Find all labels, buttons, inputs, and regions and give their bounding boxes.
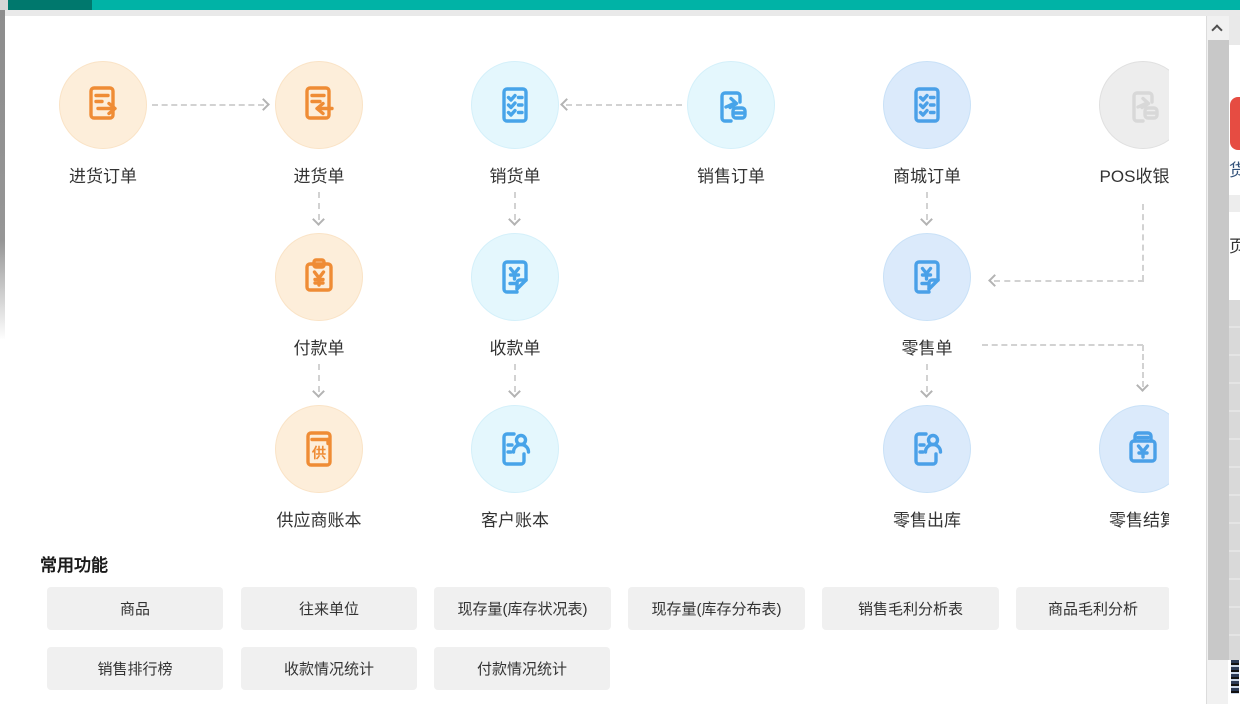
quick-button-partners[interactable]: 往来单位: [241, 587, 417, 630]
flow-node-label: 销货单: [490, 162, 541, 187]
flow-connector: [152, 104, 264, 106]
quick-button-goods-margin[interactable]: 商品毛利分析: [1016, 587, 1169, 630]
checklist-icon: [471, 61, 559, 149]
flow-node-sales-order[interactable]: 销售订单: [643, 61, 819, 187]
svg-text:供: 供: [311, 445, 326, 461]
doc-arrow-in-icon: [275, 61, 363, 149]
workflow-content: 进货订单 进货单 销货单 销售订单: [0, 0, 1169, 704]
clipboard-yen-icon: [275, 233, 363, 321]
quick-button-stock-status[interactable]: 现存量(库存状况表): [434, 587, 611, 630]
flow-connector: [1142, 204, 1144, 281]
flow-connector: [566, 104, 682, 106]
flow-node-receipt[interactable]: 收款单: [427, 233, 603, 359]
background-partial-text: 页: [1229, 232, 1240, 257]
flow-node-label: 付款单: [294, 334, 345, 359]
flow-node-label: POS收银台: [1100, 162, 1169, 187]
flow-node-mall-order[interactable]: 商城订单: [839, 61, 1015, 187]
flow-node-label: 商城订单: [893, 162, 961, 187]
background-partial-text: 货: [1229, 156, 1240, 181]
doc-card-arrow-icon: [1099, 61, 1169, 149]
flow-node-label: 收款单: [490, 334, 541, 359]
flow-node-label: 进货单: [294, 162, 345, 187]
flow-node-retail-outbound[interactable]: 零售出库: [839, 405, 1015, 531]
workflow-modal: 进货订单 进货单 销货单 销售订单: [5, 16, 1206, 704]
page-yen-icon: [471, 233, 559, 321]
doc-arrow-out-icon: [59, 61, 147, 149]
arrow-down-icon: [920, 213, 933, 226]
flow-node-label: 销售订单: [697, 162, 765, 187]
scrollbar-thumb[interactable]: [1208, 40, 1229, 660]
background-page-sliver: 货 页: [1229, 10, 1240, 704]
register-yen-icon: [1099, 405, 1169, 493]
flow-node-label: 进货订单: [69, 162, 137, 187]
quick-button-goods[interactable]: 商品: [47, 587, 223, 630]
scrollbar-up-button[interactable]: [1207, 16, 1229, 40]
quick-button-sales-margin[interactable]: 销售毛利分析表: [822, 587, 999, 630]
flow-node-retail-order[interactable]: 零售单: [839, 233, 1015, 359]
background-table-rows-sliver: [1229, 300, 1240, 660]
arrow-down-icon: [1136, 379, 1149, 392]
background-divider: [1229, 195, 1240, 212]
flow-node-customer-ledger[interactable]: 客户账本: [427, 405, 603, 531]
background-header-sliver: [1229, 10, 1240, 45]
flow-node-label: 供应商账本: [277, 506, 362, 531]
flow-node-supplier-ledger[interactable]: 供 供应商账本: [231, 405, 407, 531]
flow-connector: [982, 344, 1143, 346]
ledger-icon: 供: [275, 405, 363, 493]
flow-node-purchase-order[interactable]: 进货订单: [15, 61, 191, 187]
flow-node-payment[interactable]: 付款单: [231, 233, 407, 359]
scrollbar[interactable]: [1206, 16, 1228, 704]
flow-node-label: 零售单: [902, 334, 953, 359]
arrow-down-icon: [920, 385, 933, 398]
common-functions-title: 常用功能: [40, 551, 108, 576]
flow-node-label: 零售出库: [893, 506, 961, 531]
background-red-badge: [1230, 97, 1240, 150]
background-thumbnail-sliver: [1231, 660, 1239, 694]
doc-card-arrow-icon: [687, 61, 775, 149]
checklist-icon: [883, 61, 971, 149]
doc-person-icon: [883, 405, 971, 493]
screen: 进货订单 进货单 销货单 销售订单: [0, 0, 1240, 704]
doc-person-icon: [471, 405, 559, 493]
flow-node-pos-cashier[interactable]: POS收银台: [1055, 61, 1169, 187]
quick-button-payment-stats[interactable]: 付款情况统计: [434, 647, 610, 690]
chevron-up-icon: [1211, 24, 1222, 35]
arrow-down-icon: [508, 385, 521, 398]
page-yen-icon: [883, 233, 971, 321]
quick-button-stock-distribution[interactable]: 现存量(库存分布表): [628, 587, 805, 630]
arrow-down-icon: [312, 385, 325, 398]
flow-node-sales-invoice[interactable]: 销货单: [427, 61, 603, 187]
flow-node-retail-settlement[interactable]: 零售结算: [1055, 405, 1169, 531]
flow-connector: [994, 280, 1144, 282]
arrow-down-icon: [508, 213, 521, 226]
flow-node-label: 零售结算: [1109, 506, 1169, 531]
flow-node-label: 客户账本: [481, 506, 549, 531]
flow-node-purchase-receipt[interactable]: 进货单: [231, 61, 407, 187]
quick-button-receipt-stats[interactable]: 收款情况统计: [241, 647, 417, 690]
quick-button-sales-ranking[interactable]: 销售排行榜: [47, 647, 223, 690]
arrow-down-icon: [312, 213, 325, 226]
